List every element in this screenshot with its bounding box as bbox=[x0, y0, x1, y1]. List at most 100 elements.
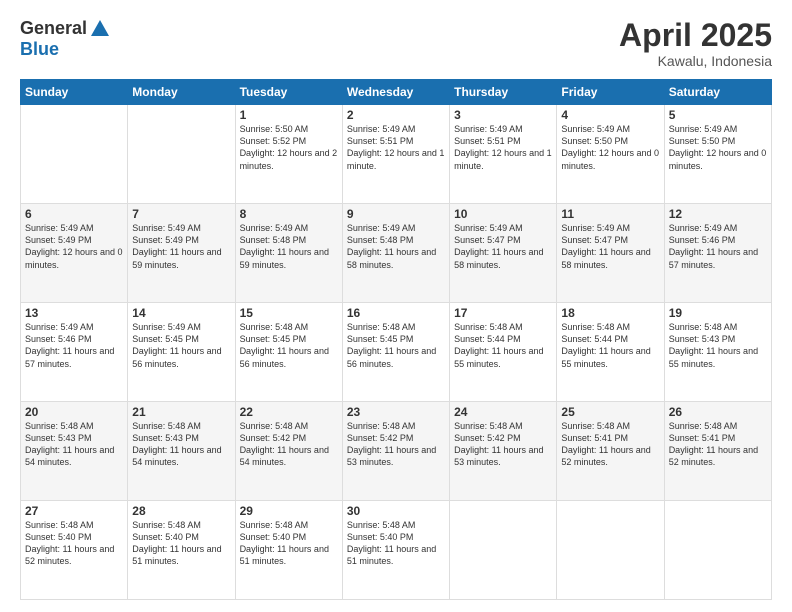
calendar-cell: 25Sunrise: 5:48 AM Sunset: 5:41 PM Dayli… bbox=[557, 402, 664, 501]
cell-text: Sunrise: 5:48 AM Sunset: 5:42 PM Dayligh… bbox=[240, 420, 338, 469]
weekday-header-row: SundayMondayTuesdayWednesdayThursdayFrid… bbox=[21, 80, 772, 105]
calendar-cell: 7Sunrise: 5:49 AM Sunset: 5:49 PM Daylig… bbox=[128, 204, 235, 303]
day-number: 9 bbox=[347, 207, 445, 221]
cell-text: Sunrise: 5:50 AM Sunset: 5:52 PM Dayligh… bbox=[240, 123, 338, 172]
weekday-header-tuesday: Tuesday bbox=[235, 80, 342, 105]
cell-text: Sunrise: 5:48 AM Sunset: 5:40 PM Dayligh… bbox=[347, 519, 445, 568]
cell-text: Sunrise: 5:49 AM Sunset: 5:45 PM Dayligh… bbox=[132, 321, 230, 370]
calendar-cell: 15Sunrise: 5:48 AM Sunset: 5:45 PM Dayli… bbox=[235, 303, 342, 402]
logo-icon bbox=[89, 18, 111, 40]
day-number: 28 bbox=[132, 504, 230, 518]
calendar-cell bbox=[128, 105, 235, 204]
day-number: 24 bbox=[454, 405, 552, 419]
day-number: 1 bbox=[240, 108, 338, 122]
cell-text: Sunrise: 5:49 AM Sunset: 5:49 PM Dayligh… bbox=[25, 222, 123, 271]
cell-text: Sunrise: 5:49 AM Sunset: 5:48 PM Dayligh… bbox=[240, 222, 338, 271]
month-title: April 2025 bbox=[619, 18, 772, 53]
day-number: 4 bbox=[561, 108, 659, 122]
day-number: 2 bbox=[347, 108, 445, 122]
cell-text: Sunrise: 5:48 AM Sunset: 5:45 PM Dayligh… bbox=[347, 321, 445, 370]
cell-text: Sunrise: 5:48 AM Sunset: 5:41 PM Dayligh… bbox=[669, 420, 767, 469]
day-number: 17 bbox=[454, 306, 552, 320]
calendar-cell bbox=[664, 501, 771, 600]
calendar-cell bbox=[21, 105, 128, 204]
cell-text: Sunrise: 5:49 AM Sunset: 5:48 PM Dayligh… bbox=[347, 222, 445, 271]
cell-text: Sunrise: 5:49 AM Sunset: 5:46 PM Dayligh… bbox=[669, 222, 767, 271]
cell-text: Sunrise: 5:49 AM Sunset: 5:46 PM Dayligh… bbox=[25, 321, 123, 370]
location: Kawalu, Indonesia bbox=[619, 53, 772, 69]
weekday-header-saturday: Saturday bbox=[664, 80, 771, 105]
logo: General Blue bbox=[20, 18, 111, 60]
weekday-header-thursday: Thursday bbox=[450, 80, 557, 105]
logo-text: General Blue bbox=[20, 18, 111, 60]
day-number: 10 bbox=[454, 207, 552, 221]
cell-text: Sunrise: 5:48 AM Sunset: 5:43 PM Dayligh… bbox=[25, 420, 123, 469]
weekday-header-friday: Friday bbox=[557, 80, 664, 105]
day-number: 20 bbox=[25, 405, 123, 419]
cell-text: Sunrise: 5:48 AM Sunset: 5:41 PM Dayligh… bbox=[561, 420, 659, 469]
calendar-cell: 14Sunrise: 5:49 AM Sunset: 5:45 PM Dayli… bbox=[128, 303, 235, 402]
calendar-cell: 23Sunrise: 5:48 AM Sunset: 5:42 PM Dayli… bbox=[342, 402, 449, 501]
day-number: 18 bbox=[561, 306, 659, 320]
day-number: 12 bbox=[669, 207, 767, 221]
day-number: 26 bbox=[669, 405, 767, 419]
day-number: 19 bbox=[669, 306, 767, 320]
calendar-cell: 4Sunrise: 5:49 AM Sunset: 5:50 PM Daylig… bbox=[557, 105, 664, 204]
cell-text: Sunrise: 5:49 AM Sunset: 5:47 PM Dayligh… bbox=[454, 222, 552, 271]
cell-text: Sunrise: 5:48 AM Sunset: 5:40 PM Dayligh… bbox=[132, 519, 230, 568]
cell-text: Sunrise: 5:49 AM Sunset: 5:49 PM Dayligh… bbox=[132, 222, 230, 271]
calendar-week-row: 27Sunrise: 5:48 AM Sunset: 5:40 PM Dayli… bbox=[21, 501, 772, 600]
day-number: 21 bbox=[132, 405, 230, 419]
calendar-cell: 22Sunrise: 5:48 AM Sunset: 5:42 PM Dayli… bbox=[235, 402, 342, 501]
weekday-header-monday: Monday bbox=[128, 80, 235, 105]
calendar-cell: 1Sunrise: 5:50 AM Sunset: 5:52 PM Daylig… bbox=[235, 105, 342, 204]
day-number: 11 bbox=[561, 207, 659, 221]
cell-text: Sunrise: 5:49 AM Sunset: 5:50 PM Dayligh… bbox=[669, 123, 767, 172]
calendar-table: SundayMondayTuesdayWednesdayThursdayFrid… bbox=[20, 79, 772, 600]
calendar-cell: 8Sunrise: 5:49 AM Sunset: 5:48 PM Daylig… bbox=[235, 204, 342, 303]
calendar-cell: 26Sunrise: 5:48 AM Sunset: 5:41 PM Dayli… bbox=[664, 402, 771, 501]
calendar-cell: 2Sunrise: 5:49 AM Sunset: 5:51 PM Daylig… bbox=[342, 105, 449, 204]
day-number: 23 bbox=[347, 405, 445, 419]
day-number: 15 bbox=[240, 306, 338, 320]
calendar-cell: 24Sunrise: 5:48 AM Sunset: 5:42 PM Dayli… bbox=[450, 402, 557, 501]
calendar-cell: 5Sunrise: 5:49 AM Sunset: 5:50 PM Daylig… bbox=[664, 105, 771, 204]
calendar-week-row: 1Sunrise: 5:50 AM Sunset: 5:52 PM Daylig… bbox=[21, 105, 772, 204]
cell-text: Sunrise: 5:49 AM Sunset: 5:47 PM Dayligh… bbox=[561, 222, 659, 271]
calendar-cell: 30Sunrise: 5:48 AM Sunset: 5:40 PM Dayli… bbox=[342, 501, 449, 600]
day-number: 14 bbox=[132, 306, 230, 320]
logo-general: General bbox=[20, 19, 87, 39]
calendar-cell: 17Sunrise: 5:48 AM Sunset: 5:44 PM Dayli… bbox=[450, 303, 557, 402]
day-number: 29 bbox=[240, 504, 338, 518]
title-block: April 2025 Kawalu, Indonesia bbox=[619, 18, 772, 69]
calendar-cell: 18Sunrise: 5:48 AM Sunset: 5:44 PM Dayli… bbox=[557, 303, 664, 402]
day-number: 27 bbox=[25, 504, 123, 518]
cell-text: Sunrise: 5:49 AM Sunset: 5:51 PM Dayligh… bbox=[347, 123, 445, 172]
calendar-cell: 13Sunrise: 5:49 AM Sunset: 5:46 PM Dayli… bbox=[21, 303, 128, 402]
cell-text: Sunrise: 5:48 AM Sunset: 5:42 PM Dayligh… bbox=[454, 420, 552, 469]
weekday-header-sunday: Sunday bbox=[21, 80, 128, 105]
day-number: 3 bbox=[454, 108, 552, 122]
calendar-cell: 6Sunrise: 5:49 AM Sunset: 5:49 PM Daylig… bbox=[21, 204, 128, 303]
cell-text: Sunrise: 5:48 AM Sunset: 5:40 PM Dayligh… bbox=[25, 519, 123, 568]
cell-text: Sunrise: 5:48 AM Sunset: 5:42 PM Dayligh… bbox=[347, 420, 445, 469]
calendar-cell: 11Sunrise: 5:49 AM Sunset: 5:47 PM Dayli… bbox=[557, 204, 664, 303]
calendar-cell: 28Sunrise: 5:48 AM Sunset: 5:40 PM Dayli… bbox=[128, 501, 235, 600]
day-number: 5 bbox=[669, 108, 767, 122]
day-number: 7 bbox=[132, 207, 230, 221]
calendar-cell: 9Sunrise: 5:49 AM Sunset: 5:48 PM Daylig… bbox=[342, 204, 449, 303]
cell-text: Sunrise: 5:48 AM Sunset: 5:45 PM Dayligh… bbox=[240, 321, 338, 370]
day-number: 30 bbox=[347, 504, 445, 518]
calendar-cell: 10Sunrise: 5:49 AM Sunset: 5:47 PM Dayli… bbox=[450, 204, 557, 303]
header: General Blue April 2025 Kawalu, Indonesi… bbox=[20, 18, 772, 69]
weekday-header-wednesday: Wednesday bbox=[342, 80, 449, 105]
day-number: 13 bbox=[25, 306, 123, 320]
calendar-cell: 19Sunrise: 5:48 AM Sunset: 5:43 PM Dayli… bbox=[664, 303, 771, 402]
calendar-cell: 3Sunrise: 5:49 AM Sunset: 5:51 PM Daylig… bbox=[450, 105, 557, 204]
calendar-cell: 16Sunrise: 5:48 AM Sunset: 5:45 PM Dayli… bbox=[342, 303, 449, 402]
calendar-cell: 20Sunrise: 5:48 AM Sunset: 5:43 PM Dayli… bbox=[21, 402, 128, 501]
cell-text: Sunrise: 5:48 AM Sunset: 5:43 PM Dayligh… bbox=[132, 420, 230, 469]
cell-text: Sunrise: 5:49 AM Sunset: 5:50 PM Dayligh… bbox=[561, 123, 659, 172]
day-number: 8 bbox=[240, 207, 338, 221]
calendar-week-row: 13Sunrise: 5:49 AM Sunset: 5:46 PM Dayli… bbox=[21, 303, 772, 402]
